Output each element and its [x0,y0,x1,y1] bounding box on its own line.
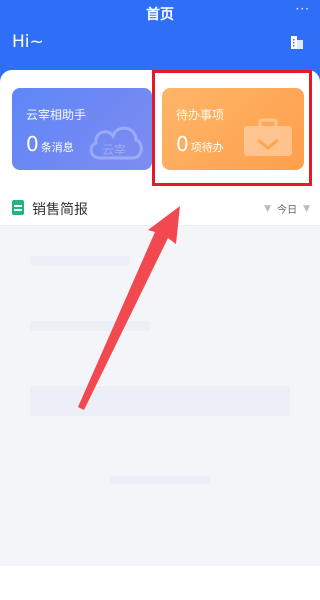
cloud-watermark-text: 云宰 [102,142,126,157]
assistant-card[interactable]: 云宰相助手 0 条消息 云宰 [12,88,152,170]
bottom-bar [0,568,320,600]
highlight-annotation-box [152,70,312,186]
document-icon [12,200,24,215]
sales-brief-title: 销售简报 [32,202,88,218]
skeleton-line [110,476,210,484]
more-icon[interactable]: ··· [296,2,310,16]
period-select[interactable]: ▼ 今日 ▼ [264,201,310,217]
assistant-count-unit: 条消息 [40,141,74,154]
assistant-card-title: 云宰相助手 [26,108,87,122]
skeleton-line [30,256,130,266]
assistant-count: 0 条消息 [26,132,74,156]
greeting-text: Hi~ [12,32,44,52]
skeleton-line [30,321,150,331]
sales-brief-header: 销售简报 ▼ 今日 ▼ [0,190,320,226]
building-icon[interactable] [290,34,304,50]
period-label: 今日 [277,205,298,216]
skeleton-block [30,386,290,416]
page-title: 首页 [146,7,174,23]
caret-down-icon-right: ▼ [303,203,310,214]
assistant-count-number: 0 [26,132,39,156]
sales-brief-placeholder [0,226,320,566]
cloud-icon: 云宰 [89,126,143,160]
caret-down-icon: ▼ [264,203,272,214]
